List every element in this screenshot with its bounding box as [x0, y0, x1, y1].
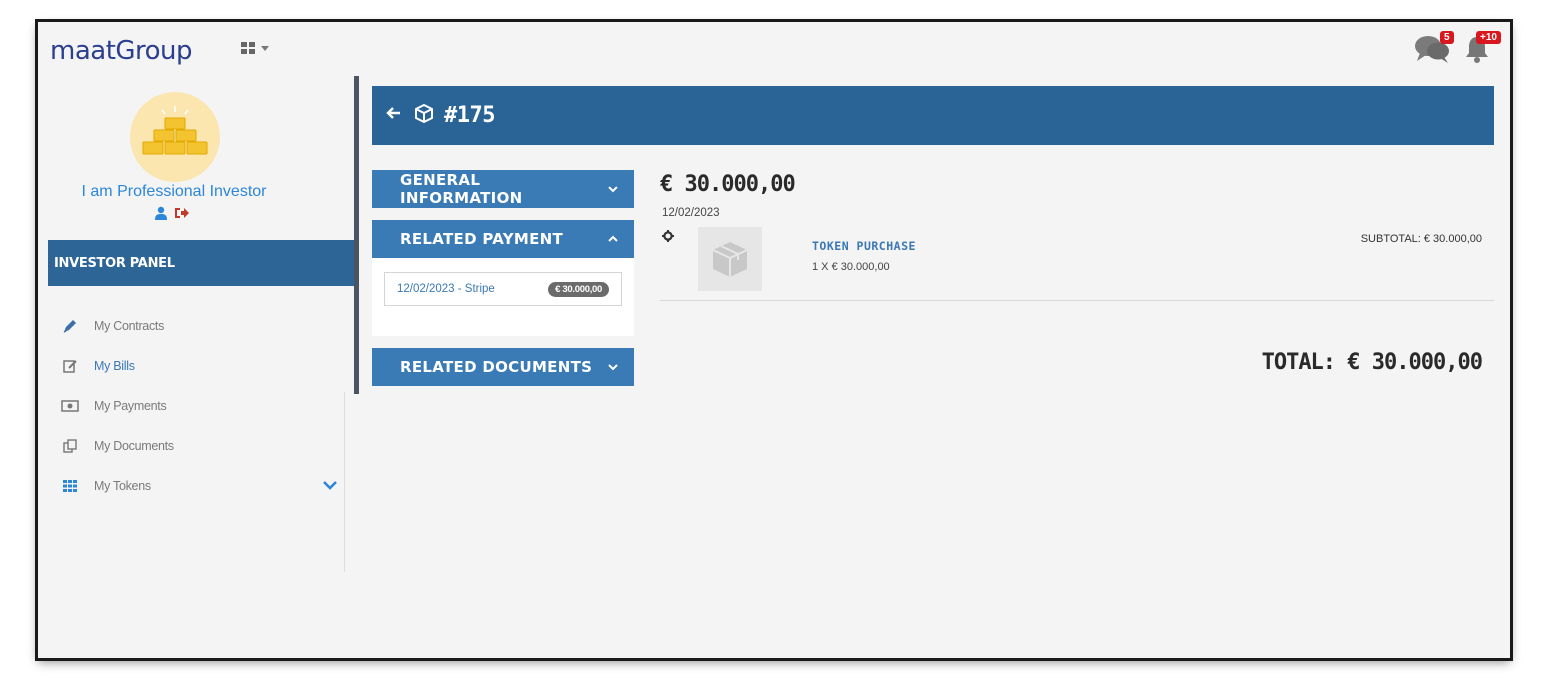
order-amount: € 30.000,00	[660, 172, 796, 197]
sidebar-item-my-documents[interactable]: My Documents	[58, 426, 348, 466]
sidebar-item-label: My Tokens	[94, 479, 151, 493]
cube-icon	[414, 103, 434, 128]
sidebar-divider	[344, 392, 345, 572]
messages-button[interactable]: 5	[1414, 31, 1454, 66]
documents-icon	[60, 436, 80, 456]
caret-down-icon	[261, 45, 269, 51]
investor-panel-header[interactable]: INVESTOR PANEL	[48, 240, 354, 286]
pen-icon	[60, 316, 80, 336]
user-profile-icon[interactable]	[154, 206, 168, 220]
chevron-up-icon	[608, 235, 618, 242]
line-item-name[interactable]: TOKEN PURCHASE	[812, 239, 916, 253]
sidebar-item-label: My Bills	[94, 359, 135, 373]
order-title-bar: #175	[372, 86, 1494, 145]
sidebar: I am Professional Investor INVESTOR PANE…	[38, 76, 358, 658]
general-information-header[interactable]: GENERAL INFORMATION	[372, 170, 634, 208]
related-payment-body: 12/02/2023 - Stripe € 30.000,00	[372, 258, 634, 336]
payment-row[interactable]: 12/02/2023 - Stripe € 30.000,00	[384, 272, 622, 306]
sidebar-menu: My Contracts My Bills My Payments My Doc…	[58, 306, 348, 506]
logout-icon[interactable]	[174, 206, 190, 220]
sidebar-item-my-contracts[interactable]: My Contracts	[58, 306, 348, 346]
order-date: 12/02/2023	[662, 207, 720, 219]
grid-icon	[60, 476, 80, 496]
sidebar-item-my-tokens[interactable]: My Tokens	[58, 466, 348, 506]
user-actions	[154, 206, 190, 220]
apps-grid-icon	[241, 42, 255, 54]
sidebar-scrollbar[interactable]	[354, 76, 359, 394]
line-item-quantity: 1 X € 30.000,00	[812, 261, 890, 273]
gold-bars-icon	[142, 106, 208, 155]
avatar	[130, 92, 220, 182]
money-bill-icon	[60, 396, 80, 416]
app-window: maatGroup 5 +10 I am Professional Invest…	[38, 22, 1510, 658]
related-documents-header[interactable]: RELATED DOCUMENTS	[372, 348, 634, 386]
notifications-badge: +10	[1476, 31, 1501, 44]
line-item: TOKEN PURCHASE 1 X € 30.000,00 SUBTOTAL:…	[660, 227, 1494, 301]
general-information-title: GENERAL INFORMATION	[400, 171, 523, 207]
payment-amount-badge: € 30.000,00	[548, 281, 609, 297]
edit-document-icon	[60, 356, 80, 376]
chevron-down-icon	[608, 186, 618, 193]
order-number: #175	[444, 103, 495, 128]
top-bar: maatGroup 5 +10	[38, 22, 1510, 76]
order-detail: € 30.000,00 12/02/2023 TOKEN PURCHASE 1 …	[660, 172, 1494, 392]
related-documents-title: RELATED DOCUMENTS	[400, 358, 593, 376]
sidebar-item-label: My Contracts	[94, 319, 165, 333]
notifications-button[interactable]: +10	[1462, 31, 1501, 66]
messages-badge: 5	[1440, 31, 1454, 44]
app-logo[interactable]: maatGroup	[50, 36, 193, 66]
gear-icon[interactable]	[662, 229, 674, 247]
accordion-panel: GENERAL INFORMATION RELATED PAYMENT 12/0…	[372, 170, 634, 386]
sidebar-item-my-bills[interactable]: My Bills	[58, 346, 348, 386]
related-payment-header[interactable]: RELATED PAYMENT	[372, 220, 634, 258]
box-icon	[712, 242, 748, 277]
order-total: TOTAL: € 30.000,00	[1261, 350, 1483, 375]
product-thumbnail	[698, 227, 762, 291]
sidebar-item-my-payments[interactable]: My Payments	[58, 386, 348, 426]
payment-link[interactable]: 12/02/2023 - Stripe	[397, 283, 495, 295]
related-payment-title: RELATED PAYMENT	[400, 230, 564, 248]
sidebar-item-label: My Payments	[94, 399, 167, 413]
chevron-down-icon[interactable]	[322, 478, 338, 496]
apps-menu-button[interactable]	[241, 42, 269, 54]
investor-name[interactable]: I am Professional Investor	[38, 183, 310, 201]
back-arrow-icon[interactable]	[386, 106, 402, 125]
line-item-subtotal: SUBTOTAL: € 30.000,00	[1360, 233, 1482, 245]
sidebar-item-label: My Documents	[94, 439, 174, 453]
chevron-down-icon	[608, 364, 618, 371]
